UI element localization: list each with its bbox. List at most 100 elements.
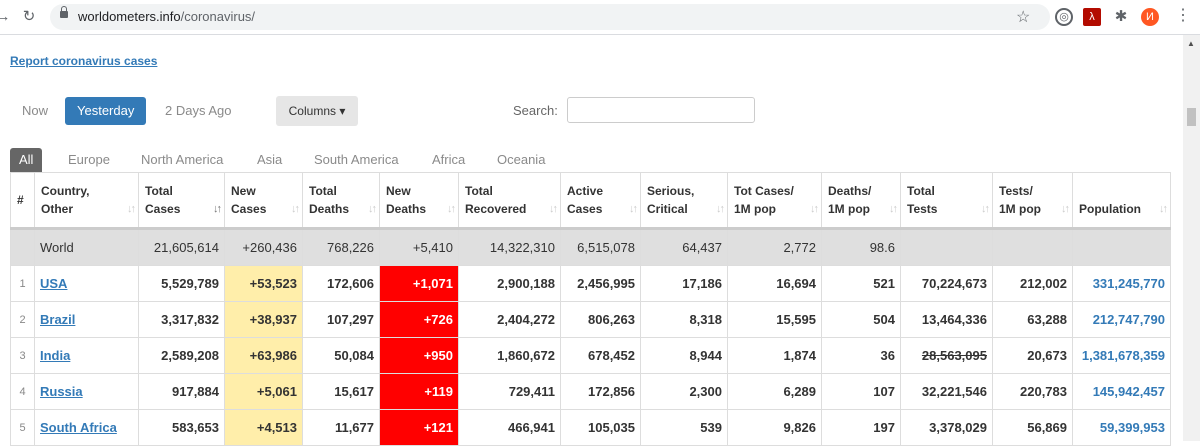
cell-serious-critical: 64,437 [640, 228, 728, 266]
header-line-2: Critical [647, 202, 688, 216]
tab-europe[interactable]: Europe [68, 148, 110, 172]
tab-all[interactable]: All [10, 148, 43, 172]
column-header-rank[interactable]: # [10, 172, 35, 230]
tab-asia[interactable]: Asia [257, 148, 282, 172]
header-line-2: Population [1079, 202, 1141, 216]
browser-toolbar: → ↻ worldometers.info/coronavirus/ ☆ ◎ λ… [0, 0, 1200, 35]
country-link[interactable]: USA [40, 276, 67, 291]
header-line-2: 1M pop [734, 202, 776, 216]
tab-now[interactable]: Now [10, 97, 60, 125]
scroll-up-arrow-icon[interactable]: ▲ [1187, 39, 1195, 48]
sort-icon[interactable]: ↓↑ [629, 200, 638, 218]
tab-africa[interactable]: Africa [432, 148, 465, 172]
tab-oceania[interactable]: Oceania [497, 148, 545, 172]
cell-tests-per-1m: 56,869 [992, 409, 1073, 446]
sort-icon[interactable]: ↓↑ [1159, 200, 1168, 218]
sort-icon[interactable]: ↓↑ [213, 200, 222, 218]
cell-rank: 2 [10, 301, 35, 338]
header-line-1: Active [567, 184, 604, 198]
column-header-total-cases[interactable]: Total Cases ↓↑ [138, 172, 225, 230]
scroll-thumb[interactable] [1187, 108, 1196, 126]
sort-icon[interactable]: ↓↑ [549, 200, 558, 218]
cell-deaths-per-1m: 36 [821, 337, 901, 374]
sort-icon[interactable]: ↓↑ [368, 200, 377, 218]
cell-total-deaths: 172,606 [302, 265, 380, 302]
cell-tot-cases-per-1m: 2,772 [727, 228, 822, 266]
column-header-active-cases[interactable]: Active Cases ↓↑ [560, 172, 641, 230]
column-header-new-cases[interactable]: New Cases ↓↑ [224, 172, 303, 230]
sort-icon[interactable]: ↓↑ [889, 200, 898, 218]
cell-tests-per-1m: 20,673 [992, 337, 1073, 374]
tab-north-america[interactable]: North America [141, 148, 223, 172]
reload-icon[interactable]: ↻ [18, 6, 40, 28]
sort-icon[interactable]: ↓↑ [127, 200, 136, 218]
sort-icon[interactable]: ↓↑ [810, 200, 819, 218]
extensions-puzzle-icon[interactable]: ✱ [1112, 8, 1130, 26]
cell-new-cases: +5,061 [224, 373, 303, 410]
cell-total-deaths: 768,226 [302, 228, 380, 266]
cell-total-tests: 3,378,029 [900, 409, 993, 446]
cell-tot-cases-per-1m: 1,874 [727, 337, 822, 374]
cell-total-recovered: 2,404,272 [458, 301, 561, 338]
column-header-deaths-per-1m[interactable]: Deaths/1M pop ↓↑ [821, 172, 901, 230]
search-input[interactable] [567, 97, 755, 123]
sort-icon[interactable]: ↓↑ [981, 200, 990, 218]
cell-total-tests: 28,563,095 [900, 337, 993, 374]
tab-yesterday[interactable]: Yesterday [65, 97, 147, 125]
header-line-1: Total [309, 184, 337, 198]
cell-total-recovered: 729,411 [458, 373, 561, 410]
cell-total-cases: 21,605,614 [138, 228, 225, 266]
sort-icon[interactable]: ↓↑ [291, 200, 300, 218]
cell-deaths-per-1m: 197 [821, 409, 901, 446]
column-header-tot-cases-per-1m[interactable]: Tot Cases/1M pop ↓↑ [727, 172, 822, 230]
columns-button[interactable]: Columns ▾ [276, 96, 358, 126]
country-link[interactable]: South Africa [40, 420, 117, 435]
cell-tests-per-1m [992, 228, 1073, 266]
column-header-total-deaths[interactable]: Total Deaths ↓↑ [302, 172, 380, 230]
cell-total-cases: 3,317,832 [138, 301, 225, 338]
cell-new-deaths: +726 [379, 301, 459, 338]
column-header-country[interactable]: Country, Other ↓↑ [34, 172, 139, 230]
cell-total-tests [900, 228, 993, 266]
cell-active-cases: 6,515,078 [560, 228, 641, 266]
address-bar[interactable]: worldometers.info/coronavirus/ ☆ [50, 4, 1050, 30]
forward-icon[interactable]: → [0, 6, 14, 28]
sort-icon[interactable]: ↓↑ [447, 200, 456, 218]
cell-tot-cases-per-1m: 15,595 [727, 301, 822, 338]
cell-deaths-per-1m: 504 [821, 301, 901, 338]
extension-icon[interactable]: ◎ [1055, 8, 1073, 26]
cell-total-cases: 5,529,789 [138, 265, 225, 302]
vertical-scrollbar[interactable]: ▲ [1183, 35, 1200, 441]
cell-total-recovered: 1,860,672 [458, 337, 561, 374]
column-header-total-tests[interactable]: Total Tests ↓↑ [900, 172, 993, 230]
header-line-1: Total [145, 184, 173, 198]
column-header-total-recovered[interactable]: Total Recovered ↓↑ [458, 172, 561, 230]
cell-tests-per-1m: 63,288 [992, 301, 1073, 338]
column-header-serious-critical[interactable]: Serious, Critical ↓↑ [640, 172, 728, 230]
cell-deaths-per-1m: 521 [821, 265, 901, 302]
report-cases-link[interactable]: Report coronavirus cases [10, 54, 157, 68]
tab-2-days-ago[interactable]: 2 Days Ago [153, 97, 244, 125]
column-header-tests-per-1m[interactable]: Tests/1M pop ↓↑ [992, 172, 1073, 230]
cell-total-recovered: 2,900,188 [458, 265, 561, 302]
pdf-extension-icon[interactable]: λ [1083, 8, 1101, 26]
sort-icon[interactable]: ↓↑ [1061, 200, 1070, 218]
header-line-1: Total [465, 184, 493, 198]
country-link[interactable]: Brazil [40, 312, 75, 327]
country-link[interactable]: India [40, 348, 70, 363]
cell-population: 145,942,457 [1072, 373, 1171, 410]
menu-kebab-icon[interactable]: ⋮ [1175, 5, 1191, 25]
column-header-population[interactable]: Population ↓↑ [1072, 172, 1171, 230]
profile-avatar[interactable]: И [1141, 8, 1159, 26]
cell-serious-critical: 8,944 [640, 337, 728, 374]
sort-icon[interactable]: ↓↑ [716, 200, 725, 218]
cell-rank: 3 [10, 337, 35, 374]
cell-rank [10, 228, 35, 266]
bookmark-star-icon[interactable]: ☆ [1016, 7, 1030, 27]
cell-tests-per-1m: 212,002 [992, 265, 1073, 302]
column-header-new-deaths[interactable]: New Deaths ↓↑ [379, 172, 459, 230]
country-link[interactable]: Russia [40, 384, 83, 399]
cell-serious-critical: 17,186 [640, 265, 728, 302]
header-line-2: Deaths [309, 202, 350, 216]
tab-south-america[interactable]: South America [314, 148, 399, 172]
